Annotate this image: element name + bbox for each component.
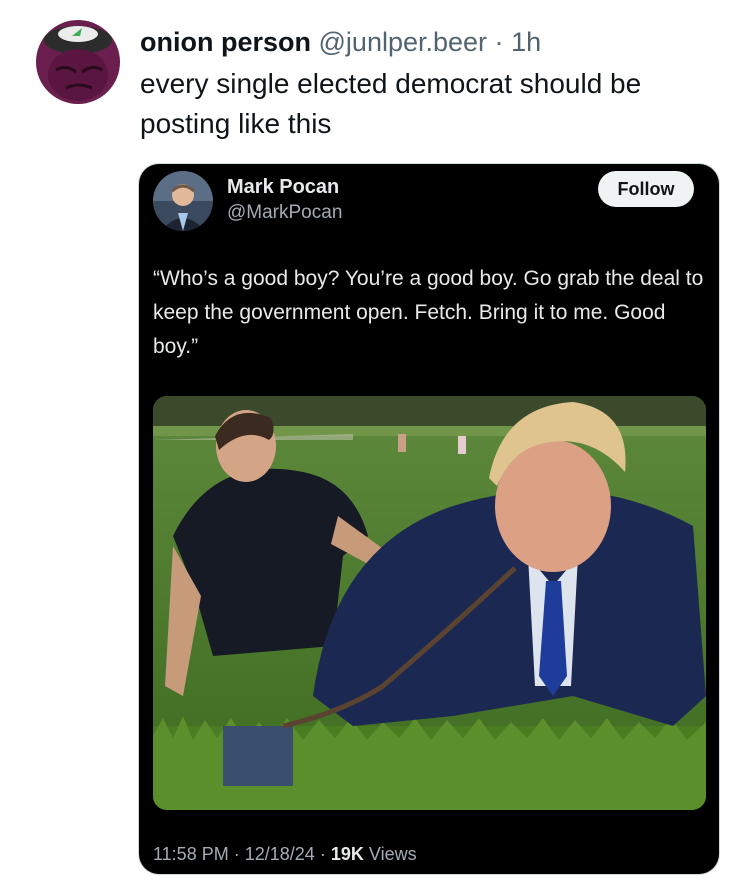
user-avatar[interactable] [36, 20, 120, 104]
meta-separator: · [233, 844, 240, 864]
quoted-handle[interactable]: @MarkPocan [227, 202, 342, 224]
user-handle[interactable]: @junlper.beer [319, 27, 488, 57]
views-count: 19K [330, 844, 364, 864]
quoted-text: “Who’s a good boy? You’re a good boy. Go… [153, 267, 704, 358]
follow-button[interactable]: Follow [598, 171, 694, 207]
quoted-display-name[interactable]: Mark Pocan [227, 176, 339, 199]
post-time[interactable]: 1h [511, 27, 541, 57]
quoted-meta: 11:58 PM · 12/18/24 · 19K Views [153, 844, 417, 865]
onion-avatar-icon [36, 20, 120, 104]
views-label: Views [368, 844, 417, 864]
quoted-avatar[interactable] [153, 171, 213, 231]
quoted-date[interactable]: 12/18/24 [245, 844, 315, 864]
display-name[interactable]: onion person [140, 27, 311, 57]
photo-scene-icon [153, 396, 706, 810]
post-text: every single elected democrat should be … [140, 68, 642, 139]
post-header: onion person @junlper.beer · 1h [140, 26, 541, 58]
separator-dot: · [494, 27, 504, 57]
person-avatar-icon [153, 171, 213, 231]
quoted-time[interactable]: 11:58 PM [153, 844, 229, 864]
quoted-photo[interactable] [153, 396, 706, 810]
meta-separator: · [319, 844, 326, 864]
quoted-tweet-card[interactable]: Mark Pocan @MarkPocan Follow “Who’s a go… [139, 164, 719, 874]
